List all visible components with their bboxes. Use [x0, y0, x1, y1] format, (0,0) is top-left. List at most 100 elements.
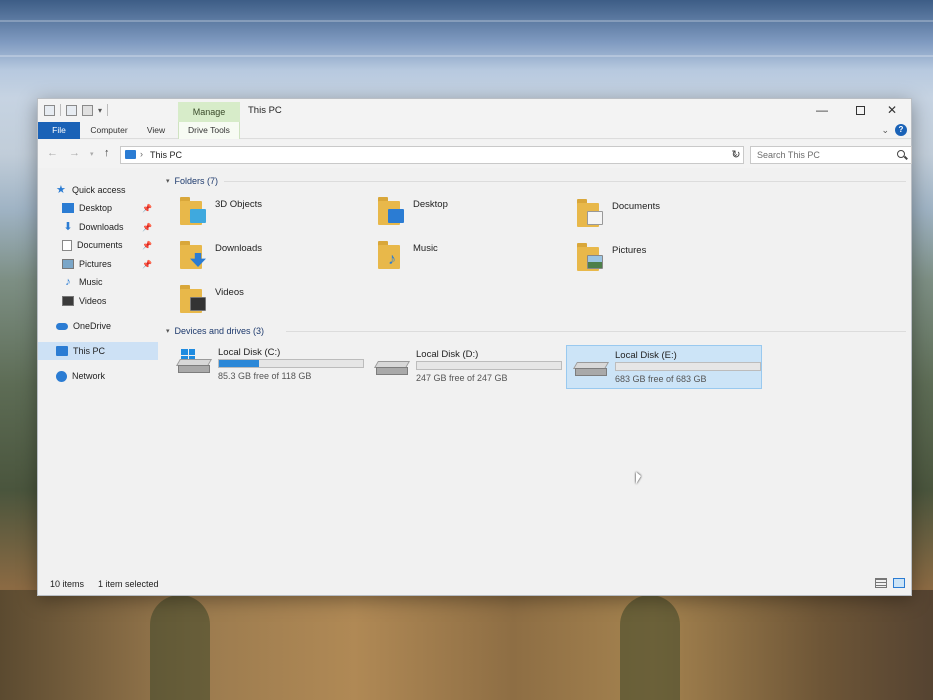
breadcrumb-this-pc[interactable]: This PC — [150, 150, 182, 160]
this-pc-icon — [125, 150, 136, 159]
folder-3d-objects[interactable]: 3D Objects — [180, 195, 370, 233]
collapse-caret-icon[interactable]: ▾ — [166, 177, 170, 185]
large-icons-view-icon[interactable] — [893, 578, 905, 588]
sidebar-item-onedrive[interactable]: OneDrive — [38, 317, 158, 335]
help-icon[interactable]: ? — [895, 124, 907, 136]
group-header-folders[interactable]: ▾ Folders (7) — [166, 174, 218, 188]
search-icon[interactable] — [897, 150, 905, 158]
drive-name: Local Disk (D:) — [416, 349, 479, 360]
folder-label: 3D Objects — [215, 199, 262, 210]
ribbon: File Computer View Drive Tools ⌄ ? — [38, 122, 911, 139]
tab-drive-tools[interactable]: Drive Tools — [178, 122, 240, 139]
music-note-icon: ♪ — [65, 276, 71, 288]
manage-tab[interactable]: Manage — [178, 102, 240, 122]
collapse-caret-icon[interactable]: ▾ — [166, 327, 170, 335]
pin-icon[interactable]: 📌 — [142, 223, 152, 232]
window-title: This PC — [248, 105, 282, 116]
video-icon — [62, 296, 74, 306]
navigation-pane: ★ Quick access Desktop 📌 ⬇ Downloads 📌 D… — [38, 171, 158, 571]
back-arrow-icon[interactable]: ← — [47, 147, 58, 159]
folder-desktop[interactable]: Desktop — [378, 195, 568, 233]
drive-usage-bar — [218, 359, 364, 368]
details-view-icon[interactable] — [875, 578, 887, 588]
qat-separator — [107, 104, 109, 116]
picture-icon — [62, 259, 74, 269]
drive-usage-bar — [615, 362, 761, 371]
ribbon-right: ⌄ ? — [881, 124, 907, 136]
desktop-tree — [620, 595, 680, 700]
minimize-button[interactable]: — — [803, 99, 841, 121]
desktop-tree — [150, 595, 210, 700]
title-bar: ▾ Manage This PC — ✕ — [38, 99, 911, 122]
file-list: ▾ Folders (7) 3D Objects Desktop Documen… — [162, 171, 912, 571]
checkbox-icon[interactable] — [66, 104, 77, 116]
folder-label: Documents — [612, 201, 661, 212]
navigation-bar: ← → ▾ ↑ › This PC ⌄ ↻ Search This PC — [38, 140, 912, 168]
sidebar-item-pictures[interactable]: Pictures 📌 — [38, 255, 158, 273]
desktop-folder-icon — [378, 195, 406, 225]
drive-free-space: 247 GB free of 247 GB — [416, 373, 508, 383]
download-arrow-icon: ⬇ — [63, 221, 73, 233]
sidebar-item-music[interactable]: ♪ Music — [38, 273, 158, 291]
qat-separator — [60, 104, 61, 116]
folder-label: Downloads — [215, 243, 262, 254]
breadcrumb-chevron-icon[interactable]: › — [140, 149, 143, 159]
group-header-drives[interactable]: ▾ Devices and drives (3) — [166, 324, 264, 338]
sidebar-item-label: This PC — [73, 346, 106, 356]
sidebar-item-documents[interactable]: Documents 📌 — [38, 236, 158, 254]
properties-icon[interactable] — [44, 104, 55, 116]
pin-icon[interactable]: 📌 — [142, 204, 152, 213]
pin-icon[interactable]: 📌 — [142, 260, 152, 269]
3d-objects-folder-icon — [180, 195, 208, 225]
up-arrow-icon[interactable]: ↑ — [104, 147, 110, 159]
expand-ribbon-icon[interactable]: ⌄ — [881, 125, 889, 136]
folder-videos[interactable]: Videos — [180, 283, 370, 321]
pictures-folder-icon — [577, 241, 605, 271]
folder-label: Pictures — [612, 245, 647, 256]
folder-music[interactable]: ♪ Music — [378, 239, 568, 277]
folder-pictures[interactable]: Pictures — [577, 241, 767, 279]
videos-folder-icon — [180, 283, 208, 313]
sidebar-item-label: Videos — [79, 296, 107, 306]
sidebar-item-quick-access[interactable]: ★ Quick access — [38, 181, 158, 199]
drive-c[interactable]: Local Disk (C:) 85.3 GB free of 118 GB — [170, 343, 366, 385]
close-button[interactable]: ✕ — [873, 99, 911, 121]
sidebar-item-label: Desktop — [79, 203, 113, 213]
recent-locations-icon[interactable]: ▾ — [90, 150, 94, 158]
search-box[interactable]: Search This PC — [750, 146, 912, 164]
documents-folder-icon — [577, 197, 605, 227]
sidebar-item-label: Pictures — [79, 259, 112, 269]
tab-view[interactable]: View — [142, 122, 170, 139]
folder-label: Videos — [215, 287, 244, 298]
group-divider — [224, 181, 906, 182]
sidebar-item-videos[interactable]: Videos — [38, 292, 158, 310]
folder-label: Desktop — [413, 199, 448, 210]
status-bar: 10 items 1 item selected — [38, 573, 911, 595]
group-header-label: Devices and drives (3) — [174, 326, 265, 336]
mouse-cursor-icon — [636, 472, 641, 484]
sidebar-item-this-pc[interactable]: This PC — [38, 342, 158, 360]
customize-toolbar-icon[interactable]: ▾ — [98, 106, 102, 115]
sidebar-item-desktop[interactable]: Desktop 📌 — [38, 199, 158, 217]
new-folder-icon[interactable] — [82, 104, 93, 116]
sky-streak — [0, 20, 933, 22]
folder-documents[interactable]: Documents — [577, 197, 767, 235]
sidebar-item-label: Documents — [77, 240, 123, 250]
forward-arrow-icon[interactable]: → — [69, 147, 80, 159]
sidebar-item-label: Quick access — [72, 185, 126, 195]
maximize-icon — [855, 105, 865, 115]
search-input[interactable]: Search This PC — [757, 150, 820, 160]
downloads-folder-icon — [180, 239, 208, 269]
address-bar[interactable]: › This PC ⌄ — [120, 146, 744, 164]
drive-name: Local Disk (C:) — [218, 347, 281, 358]
sidebar-item-network[interactable]: Network — [38, 367, 158, 385]
pin-icon[interactable]: 📌 — [142, 241, 152, 250]
refresh-icon[interactable]: ↻ — [729, 147, 743, 163]
tab-computer[interactable]: Computer — [86, 122, 132, 139]
drive-e[interactable]: Local Disk (E:) 683 GB free of 683 GB — [566, 345, 762, 389]
tab-file[interactable]: File — [38, 122, 80, 139]
drive-d[interactable]: Local Disk (D:) 247 GB free of 247 GB — [368, 345, 564, 387]
drive-name: Local Disk (E:) — [615, 350, 677, 361]
folder-downloads[interactable]: Downloads — [180, 239, 370, 277]
sidebar-item-downloads[interactable]: ⬇ Downloads 📌 — [38, 218, 158, 236]
